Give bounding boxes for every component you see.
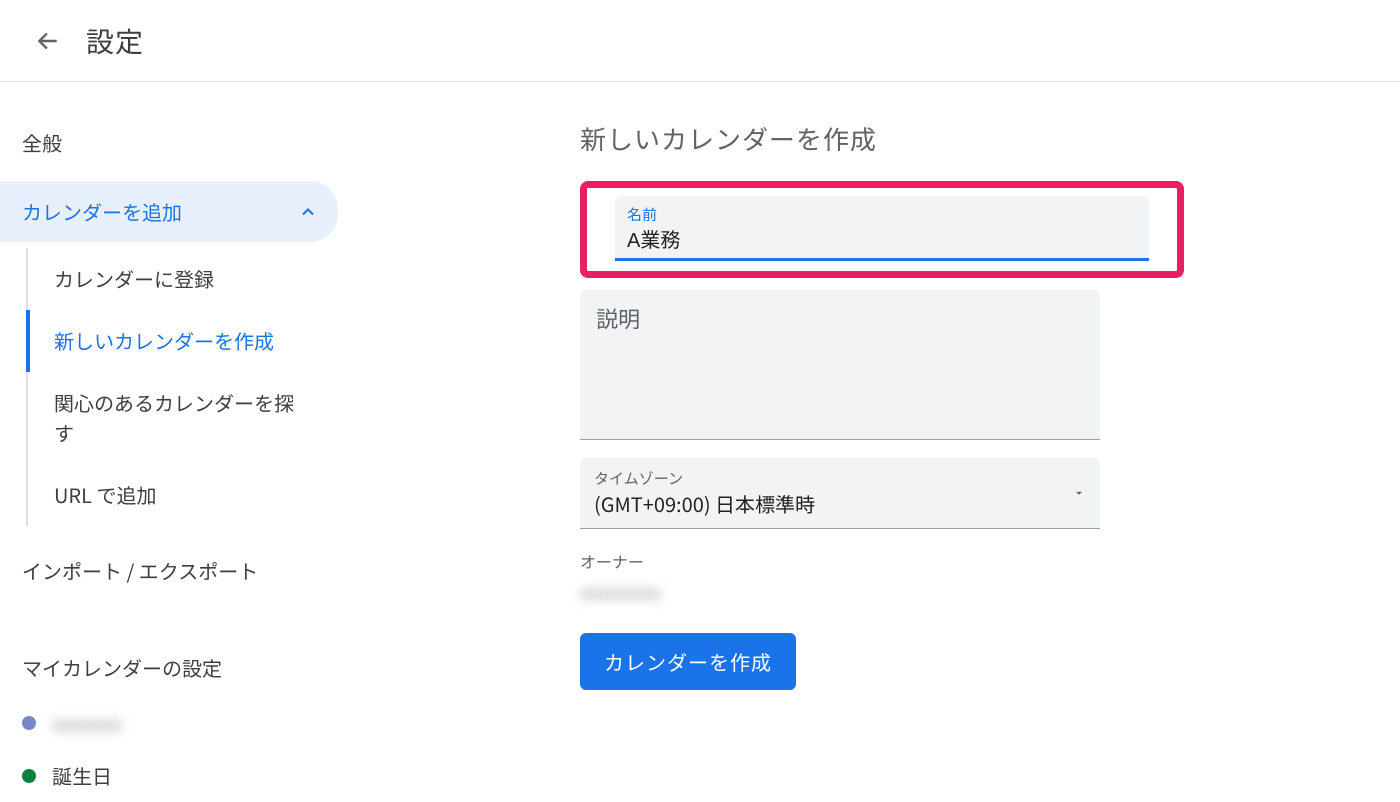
header-bar: 設定 bbox=[0, 0, 1400, 82]
sidebar-sub-add-by-url[interactable]: URL で追加 bbox=[28, 464, 308, 526]
chevron-up-icon bbox=[298, 202, 318, 222]
sidebar-item-label: カレンダーを追加 bbox=[22, 197, 182, 226]
owner-value: xxxxxxxxx bbox=[580, 579, 1400, 605]
calendar-label: xxxxxxx bbox=[52, 708, 122, 737]
create-calendar-button[interactable]: カレンダーを作成 bbox=[580, 633, 796, 690]
description-field[interactable]: 説明 bbox=[580, 290, 1100, 440]
timezone-select[interactable]: タイムゾーン (GMT+09:00) 日本標準時 bbox=[580, 458, 1100, 529]
calendar-label: 誕生日 bbox=[52, 761, 112, 790]
sidebar-sub-browse-interest[interactable]: 関心のあるカレンダーを探す bbox=[28, 372, 308, 464]
sidebar-item-add-calendar[interactable]: カレンダーを追加 bbox=[0, 181, 338, 242]
page-title: 設定 bbox=[86, 21, 144, 61]
arrow-left-icon bbox=[35, 28, 61, 54]
form-heading: 新しいカレンダーを作成 bbox=[580, 120, 1400, 157]
name-field-highlight: 名前 bbox=[580, 181, 1184, 278]
main-content: 新しいカレンダーを作成 名前 説明 タイムゾーン (GMT+09:00) 日本標… bbox=[360, 82, 1400, 802]
sidebar-item-general[interactable]: 全般 bbox=[0, 114, 360, 171]
back-button[interactable] bbox=[28, 21, 68, 61]
name-input[interactable] bbox=[627, 225, 1137, 250]
name-field[interactable]: 名前 bbox=[615, 196, 1149, 261]
dropdown-arrow-icon bbox=[1072, 486, 1086, 500]
sidebar-sub-create-new[interactable]: 新しいカレンダーを作成 bbox=[26, 310, 306, 372]
timezone-label: タイムゾーン bbox=[594, 468, 815, 489]
sidebar-section-my-calendars: マイカレンダーの設定 bbox=[0, 599, 360, 696]
calendar-color-dot-icon bbox=[22, 769, 36, 783]
my-calendar-item[interactable]: 誕生日 bbox=[0, 749, 360, 802]
owner-block: オーナー xxxxxxxxx bbox=[580, 549, 1400, 605]
calendar-color-dot-icon bbox=[22, 716, 36, 730]
timezone-value: (GMT+09:00) 日本標準時 bbox=[594, 489, 815, 518]
name-field-label: 名前 bbox=[627, 204, 1137, 225]
sidebar-sub-subscribe[interactable]: カレンダーに登録 bbox=[28, 248, 308, 310]
description-field-label: 説明 bbox=[596, 302, 1084, 334]
add-calendar-sublist: カレンダーに登録 新しいカレンダーを作成 関心のあるカレンダーを探す URL で… bbox=[26, 248, 360, 526]
owner-label: オーナー bbox=[580, 549, 1400, 573]
settings-sidebar: 全般 カレンダーを追加 カレンダーに登録 新しいカレンダーを作成 関心のあるカレ… bbox=[0, 82, 360, 802]
sidebar-item-import-export[interactable]: インポート / エクスポート bbox=[0, 534, 360, 599]
my-calendar-item[interactable]: xxxxxxx bbox=[0, 696, 360, 749]
